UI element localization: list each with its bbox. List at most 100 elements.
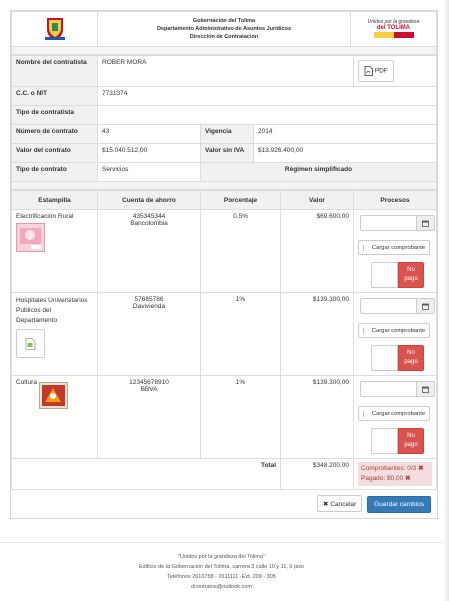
footer-slogan: "Unidos por la grandeza del Tolima" xyxy=(178,554,265,560)
form-actions: ✖ Cancelar Guardar cambios xyxy=(11,490,437,518)
broken-image-icon xyxy=(16,329,45,358)
procesos-cell: Cargar comprobante No pago xyxy=(353,292,437,376)
calendar-icon[interactable] xyxy=(416,299,434,313)
save-label: Guardar cambios xyxy=(374,501,424,508)
cuenta-cell: 12345678910 BBVA xyxy=(97,375,201,459)
porcentaje-cell: 0.5% xyxy=(200,209,281,293)
date-input[interactable] xyxy=(361,299,416,313)
upload-icon xyxy=(362,410,368,417)
col-procesos: Procesos xyxy=(353,190,437,210)
col-valor: Valor xyxy=(280,190,354,210)
valor-sin-iva-label: Valor sin IVA xyxy=(200,143,254,163)
date-input[interactable] xyxy=(361,216,416,230)
pdf-label: PDF xyxy=(374,67,388,75)
comprobantes-count: Comprobantes: 0/3 xyxy=(361,465,417,472)
total-label: Total xyxy=(11,458,281,490)
estampillas-table: Estampilla Cuenta de ahorro Porcentaje V… xyxy=(11,190,437,490)
valor-cell: $139.300,00 xyxy=(280,375,354,459)
flag-stripe-icon xyxy=(373,31,414,38)
payment-checkbox[interactable] xyxy=(371,262,398,288)
contratista-value: ROBER MORA xyxy=(96,55,355,87)
contract-info-table: Nombre del contratista ROBER MORA PDF C.… xyxy=(11,55,437,190)
tipo-contratista-label: Tipo de contratista xyxy=(11,105,98,125)
porcentaje-cell: 1% xyxy=(200,375,281,459)
upload-label: Cargar comprobante xyxy=(371,244,426,251)
cancel-button[interactable]: ✖ Cancelar xyxy=(317,495,363,512)
valor-cell: $139.300,00 xyxy=(280,292,354,376)
cancel-label: Cancelar xyxy=(330,501,357,508)
procesos-cell: Cargar comprobante No pago xyxy=(353,209,437,293)
valor-cell: $69.600,00 xyxy=(280,209,354,293)
close-icon: ✖ xyxy=(418,465,424,472)
procesos-cell: Cargar comprobante No pago xyxy=(353,375,437,459)
payment-status: No pago xyxy=(371,262,432,288)
coat-of-arms-icon xyxy=(44,18,65,40)
header-line-3: Dirección de Contratación xyxy=(189,34,259,40)
header-table: Gobernación del Tolima Departamento Admi… xyxy=(11,11,437,55)
payment-status: No pago xyxy=(371,428,432,454)
footer-address: Edificio de la Gobernación del Tolima, c… xyxy=(138,564,305,570)
header-line-2: Departamento Administrativo de Asuntos J… xyxy=(156,26,292,32)
date-picker[interactable] xyxy=(360,381,435,397)
estampilla-cell: Cultura xyxy=(11,375,98,459)
total-row: Total $348.200,00 Comprobantes: 0/3 ✖ Pa… xyxy=(11,458,437,490)
tipo-contrato-label: Tipo de contrato xyxy=(11,162,98,182)
contract-panel: Gobernación del Tolima Departamento Admi… xyxy=(10,10,438,519)
no-pago-button[interactable]: No pago xyxy=(398,428,424,454)
upload-label: Cargar comprobante xyxy=(371,327,426,334)
payment-summary: Comprobantes: 0/3 ✖ Pagado: $0,00 ✖ xyxy=(358,462,432,486)
valor-contrato-label: Valor del contrato xyxy=(11,143,98,163)
pdf-button[interactable]: PDF xyxy=(358,60,394,82)
cuenta-cell: 57685786 Davivienda xyxy=(97,292,201,376)
vigencia-label: Vigencia xyxy=(200,124,254,144)
calendar-icon[interactable] xyxy=(416,382,434,396)
estampilla-name: Electrificación Rural xyxy=(16,213,74,220)
date-picker[interactable] xyxy=(360,298,435,314)
upload-receipt-button[interactable]: Cargar comprobante xyxy=(358,406,430,421)
vigencia-value: 2014 xyxy=(253,124,437,144)
nit-label: C.C. o NIT xyxy=(11,86,98,106)
close-icon: ✖ xyxy=(323,501,329,508)
no-pago-line2: pago xyxy=(404,276,418,282)
footer-email: dcontratos@outlook.com xyxy=(191,584,252,590)
file-pdf-icon xyxy=(364,66,373,76)
upload-receipt-button[interactable]: Cargar comprobante xyxy=(358,240,430,255)
calendar-icon[interactable] xyxy=(416,216,434,230)
upload-receipt-button[interactable]: Cargar comprobante xyxy=(358,323,430,338)
table-row: Cultura 12345678910 BBVA 1% $139.300,00 xyxy=(11,375,437,459)
numero-contrato-label: Número de contrato xyxy=(11,124,98,144)
col-porcentaje: Porcentaje xyxy=(200,190,281,210)
header-title-block: Gobernación del Tolima Departamento Admi… xyxy=(97,11,351,47)
no-pago-button[interactable]: No pago xyxy=(398,345,424,371)
porcentaje-cell: 1% xyxy=(200,292,281,376)
date-input[interactable] xyxy=(361,382,416,396)
upload-label: Cargar comprobante xyxy=(371,410,426,417)
save-button[interactable]: Guardar cambios xyxy=(367,496,431,513)
cuenta-cell: 435345344 Bancolombia xyxy=(97,209,201,293)
total-value: $348.200,00 xyxy=(280,458,354,490)
col-cuenta: Cuenta de ahorro xyxy=(97,190,201,210)
tipo-contrato-value: Servicios xyxy=(97,162,201,182)
tipo-contratista-value xyxy=(97,105,437,125)
valor-sin-iva-value: $13.926.400,00 xyxy=(253,143,437,163)
header-line-1: Gobernación del Tolima xyxy=(192,18,256,24)
page-footer: "Unidos por la grandeza del Tolima" Edif… xyxy=(0,542,443,592)
date-picker[interactable] xyxy=(360,215,435,231)
cuenta-number: 435345344 xyxy=(132,213,166,220)
table-row: Electrificación Rural 435345344 Bancolom… xyxy=(11,209,437,293)
cuenta-number: 12345678910 xyxy=(129,379,169,386)
footer-phones: Teléfonos 2610758 - 2611111 -Ext. 209 - … xyxy=(167,574,276,580)
no-pago-line1: No xyxy=(407,433,415,439)
stamp-image-icon xyxy=(16,223,45,252)
tolima-slogan-logo: Unidos por la grandeza del TOLIMA xyxy=(350,11,437,47)
summary-cell: Comprobantes: 0/3 ✖ Pagado: $0,00 ✖ xyxy=(353,458,437,490)
slogan-line-2: del TOLIMA xyxy=(376,24,411,31)
payment-checkbox[interactable] xyxy=(371,428,398,454)
page-edge-shadow xyxy=(443,0,449,601)
payment-checkbox[interactable] xyxy=(371,345,398,371)
no-pago-button[interactable]: No pago xyxy=(398,262,424,288)
estampilla-cell: Electrificación Rural xyxy=(11,209,98,293)
numero-contrato-value: 43 xyxy=(97,124,201,144)
contratista-label: Nombre del contratista xyxy=(11,55,98,87)
upload-icon xyxy=(362,244,368,251)
